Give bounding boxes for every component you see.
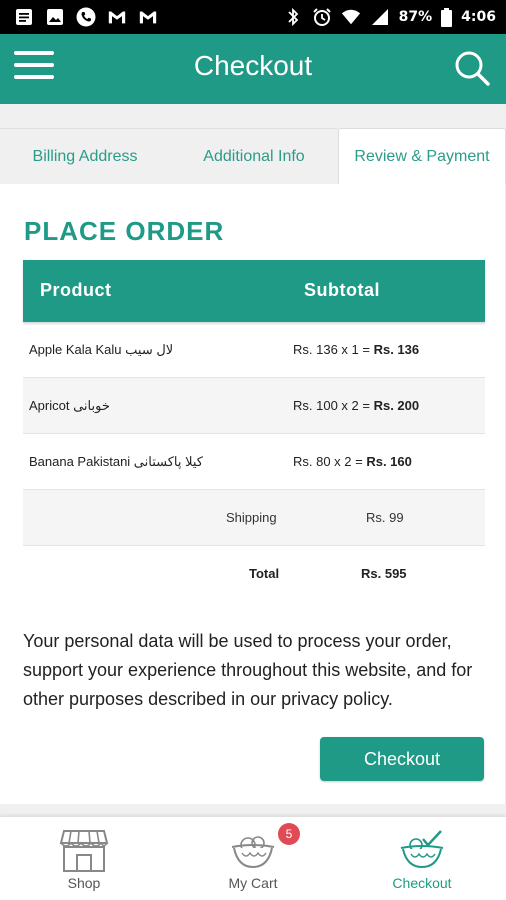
line-total: Rs. 160 <box>366 454 412 469</box>
nav-item-shop[interactable]: Shop <box>0 817 168 900</box>
battery-percent: 87% <box>398 9 433 25</box>
cart-basket-icon <box>231 836 275 869</box>
system-icons: 87% 4:06 <box>283 7 496 27</box>
total-value: Rs. 595 <box>361 566 407 581</box>
nav-item-my-cart[interactable]: 5 My Cart <box>169 817 337 900</box>
tab-review-payment[interactable]: Review & Payment <box>338 128 506 185</box>
line-calc: Rs. 100 x 2 = <box>293 398 374 413</box>
status-bar: 87% 4:06 <box>0 0 506 34</box>
line-total: Rs. 136 <box>373 342 420 357</box>
checkout-button[interactable]: Checkout <box>320 737 484 781</box>
table-header: Product Subtotal <box>23 260 485 322</box>
nav-label: Checkout <box>392 875 452 891</box>
shipping-label: Shipping <box>226 510 277 525</box>
alarm-icon <box>312 7 332 27</box>
clock: 4:06 <box>461 9 496 25</box>
column-header-product: Product <box>40 280 112 300</box>
shipping-row: Shipping Rs. 99 <box>23 490 485 546</box>
image-icon <box>45 7 65 27</box>
tab-additional-info[interactable]: Additional Info <box>170 128 338 184</box>
line-subtotal: Rs. 80 x 2 = Rs. 160 <box>293 454 412 469</box>
table-row: Apple Kala Kalu لال سیب Rs. 136 x 1 = Rs… <box>23 322 485 378</box>
total-label: Total <box>249 566 280 581</box>
table-row: Banana Pakistani کیلا پاکستانی Rs. 80 x … <box>23 434 485 490</box>
section-heading: PLACE ORDER <box>24 216 225 246</box>
table-row: Apricot خوبانی Rs. 100 x 2 = Rs. 200 <box>23 378 485 434</box>
battery-icon <box>441 7 453 27</box>
page-title: Checkout <box>193 50 313 81</box>
search-icon <box>455 51 490 86</box>
column-header-subtotal: Subtotal <box>304 280 380 300</box>
nav-label: Shop <box>67 875 101 891</box>
search-button[interactable] <box>452 48 492 88</box>
line-calc: Rs. 80 x 2 = <box>293 454 367 469</box>
checkout-basket-icon <box>400 830 444 869</box>
order-review-card: PLACE ORDER Product Subtotal Apple Kala … <box>0 184 506 804</box>
product-name: Apricot خوبانی <box>29 398 110 413</box>
wifi-icon <box>341 7 361 27</box>
product-name: Banana Pakistani کیلا پاکستانی <box>29 454 203 469</box>
order-table: Product Subtotal Apple Kala Kalu لال سیب… <box>23 260 485 602</box>
bluetooth-icon <box>283 7 303 27</box>
phone-icon <box>76 7 96 27</box>
checkout-steps-tabs: Billing Address Additional Info Review &… <box>0 104 506 185</box>
shop-icon <box>59 830 109 872</box>
line-subtotal: Rs. 100 x 2 = Rs. 200 <box>293 398 419 413</box>
tab-billing-address[interactable]: Billing Address <box>0 128 170 184</box>
line-subtotal: Rs. 136 x 1 = Rs. 136 <box>293 342 419 357</box>
product-name: Apple Kala Kalu لال سیب <box>29 342 174 357</box>
message-icon <box>14 7 34 27</box>
shipping-value: Rs. 99 <box>366 510 404 525</box>
gmail-icon <box>138 7 158 27</box>
gmail-icon <box>107 7 127 27</box>
signal-icon <box>370 7 390 27</box>
privacy-notice: Your personal data will be used to proce… <box>23 631 473 709</box>
notification-icons <box>14 7 158 27</box>
line-calc: Rs. 136 x 1 = <box>293 342 374 357</box>
total-row: Total Rs. 595 <box>23 546 485 602</box>
bottom-navigation: Shop 5 My Cart Checkout <box>0 816 506 900</box>
nav-label: My Cart <box>228 875 278 891</box>
nav-item-checkout[interactable]: Checkout <box>338 817 506 900</box>
app-bar: Checkout <box>0 34 506 104</box>
line-total: Rs. 200 <box>373 398 420 413</box>
cart-count-badge: 5 <box>278 823 300 845</box>
